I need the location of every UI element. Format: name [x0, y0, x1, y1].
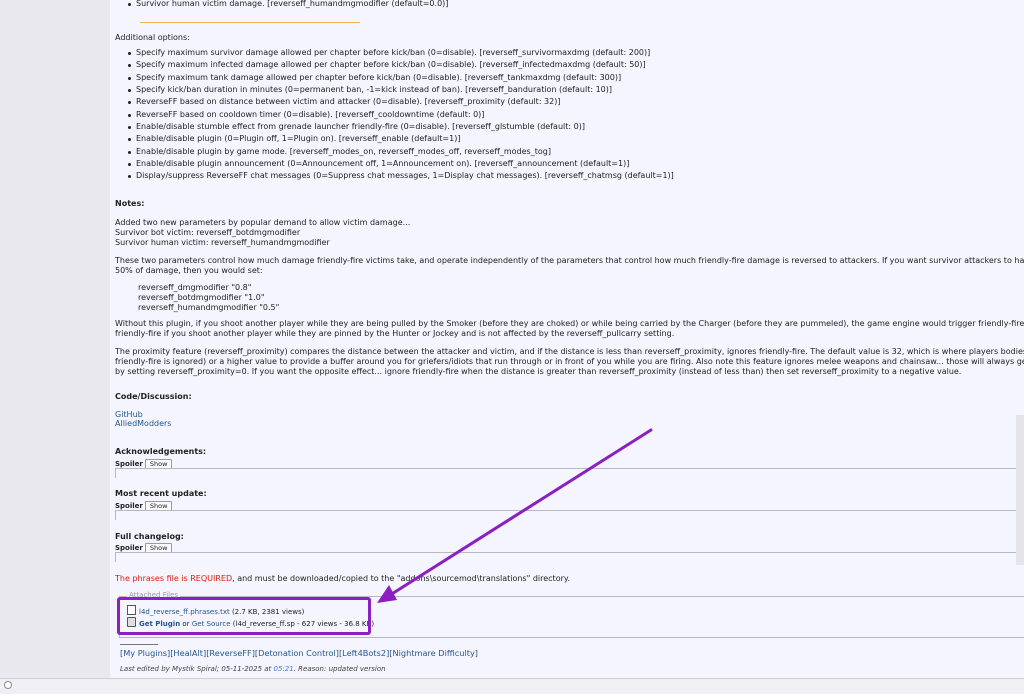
option-item: Specify maximum infected damage allowed … [127, 59, 674, 71]
post-body: Survivor human victim damage. [reverseff… [110, 0, 1024, 693]
option-item: Enable/disable plugin by game mode. [rev… [127, 146, 674, 158]
edited-prefix: Last edited by Mystik Spiral; 05-11-2025… [120, 665, 274, 673]
spoiler-box [115, 552, 1024, 562]
post-footer-bar [0, 678, 1024, 694]
option-item: Specify kick/ban duration in minutes (0=… [127, 84, 674, 96]
top-option-list: Survivor human victim damage. [reverseff… [127, 0, 448, 10]
signature-links: [My Plugins][HealAlt][ReverseFF][Detonat… [120, 648, 478, 658]
last-edited-note: Last edited by Mystik Spiral; 05-11-2025… [120, 664, 386, 674]
option-item: ReverseFF based on distance between vict… [127, 96, 674, 108]
notes-line: Added two new parameters by popular dema… [115, 218, 411, 227]
spoiler-box [115, 510, 1024, 520]
phrases-required-notice: The phrases file is REQUIRED, and must b… [115, 574, 570, 584]
edited-suffix: . Reason: updated version [293, 665, 386, 673]
notes-line: Survivor bot victim: reverseff_botdmgmod… [115, 228, 301, 237]
divider [140, 22, 360, 23]
phrases-instructions: , and must be downloaded/copied to the "… [232, 574, 571, 583]
setting-line: reverseff_humandmgmodifier "0.5" [138, 303, 280, 312]
setting-line: reverseff_dmgmodifier "0.8" [138, 283, 252, 292]
paragraph-line: by setting reverseff_proximity=0. If you… [115, 367, 962, 376]
signature-link[interactable]: [ReverseFF] [206, 648, 255, 658]
post-author-sidebar [0, 0, 111, 693]
spoiler-label: Spoiler [115, 502, 143, 510]
spoiler-changelog: Spoiler Show [115, 543, 1024, 562]
spoiler-recent-update: Spoiler Show [115, 501, 1024, 520]
spoiler-label: Spoiler [115, 460, 143, 468]
signature-link[interactable]: [Left4Bots2] [339, 648, 389, 658]
page-edge-panel [1016, 415, 1024, 565]
option-item: ReverseFF based on cooldown timer (0=dis… [127, 109, 674, 121]
spoiler-box [115, 468, 1024, 478]
signature-link[interactable]: [My Plugins] [120, 648, 170, 658]
spoiler-label: Spoiler [115, 544, 143, 552]
phrases-required-text: The phrases file is REQUIRED [115, 574, 233, 583]
highlight-box [117, 597, 371, 635]
setting-line: reverseff_botdmgmodifier "1.0" [138, 293, 265, 302]
top-option: Survivor human victim damage. [reverseff… [127, 0, 448, 10]
post-status-icon[interactable] [4, 681, 12, 689]
option-item: Enable/disable plugin announcement (0=An… [127, 158, 674, 170]
alliedmodders-link[interactable]: AlliedModders [115, 419, 171, 429]
notes-title: Notes: [115, 199, 145, 208]
changelog-title: Full changelog: [115, 532, 184, 541]
signature-link[interactable]: [HealAlt] [170, 648, 206, 658]
paragraph-line: friendly-fire if you shoot another playe… [115, 329, 675, 338]
paragraph-line: The proximity feature (reverseff_proximi… [115, 347, 1024, 356]
acknowledgements-title: Acknowledgements: [115, 447, 207, 456]
paragraph-line: 50% of damage, then you would set: [115, 266, 263, 275]
paragraph-line: Without this plugin, if you shoot anothe… [115, 319, 1024, 328]
notes-line: Survivor human victim: reverseff_humandm… [115, 238, 330, 247]
signature-divider [120, 644, 158, 645]
option-item: Display/suppress ReverseFF chat messages… [127, 170, 674, 182]
code-discussion-title: Code/Discussion: [115, 392, 192, 401]
option-item: Specify maximum survivor damage allowed … [127, 47, 674, 59]
paragraph-line: friendly-fire is ignored) or a higher va… [115, 357, 1024, 366]
paragraph-line: These two parameters control how much da… [115, 256, 1024, 265]
edited-time: 05:21 [273, 665, 294, 673]
spoiler-acknowledgements: Spoiler Show [115, 459, 1024, 478]
option-item: Enable/disable stumble effect from grena… [127, 121, 674, 133]
recent-update-title: Most recent update: [115, 489, 207, 498]
signature-link[interactable]: [Detonation Control] [255, 648, 339, 658]
option-item: Enable/disable plugin (0=Plugin off, 1=P… [127, 133, 674, 145]
option-item: Specify maximum tank damage allowed per … [127, 72, 674, 84]
signature-link[interactable]: [Nightmare Difficulty] [389, 648, 478, 658]
additional-options-list: Specify maximum survivor damage allowed … [127, 47, 674, 183]
additional-options-title: Additional options: [115, 33, 190, 42]
